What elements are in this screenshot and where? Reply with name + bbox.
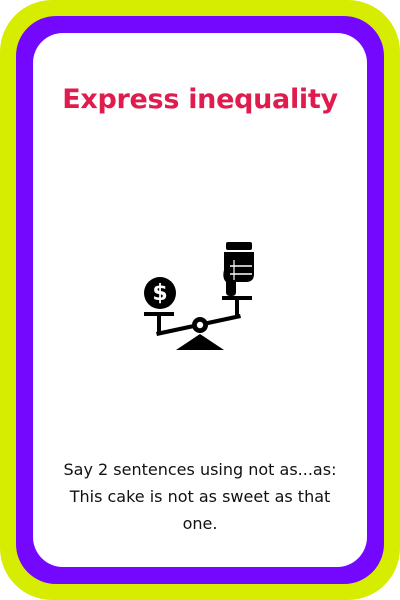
scale-base [176,334,224,350]
svg-text:$: $ [152,281,167,306]
card-title: Express inequality [62,84,338,115]
pointing-hand-icon [223,242,254,296]
left-pan [144,312,174,316]
instruction-text: Say 2 sentences using not as...as: This … [40,456,360,537]
dollar-coin-icon: $ [144,277,176,309]
instruction-line: one. [182,514,218,533]
right-pan [222,296,252,300]
instruction-line: Say 2 sentences using not as...as: [63,460,337,479]
instruction-line: This cake is not as sweet as that [69,487,331,506]
balance-scale-icon: $ [144,242,254,350]
